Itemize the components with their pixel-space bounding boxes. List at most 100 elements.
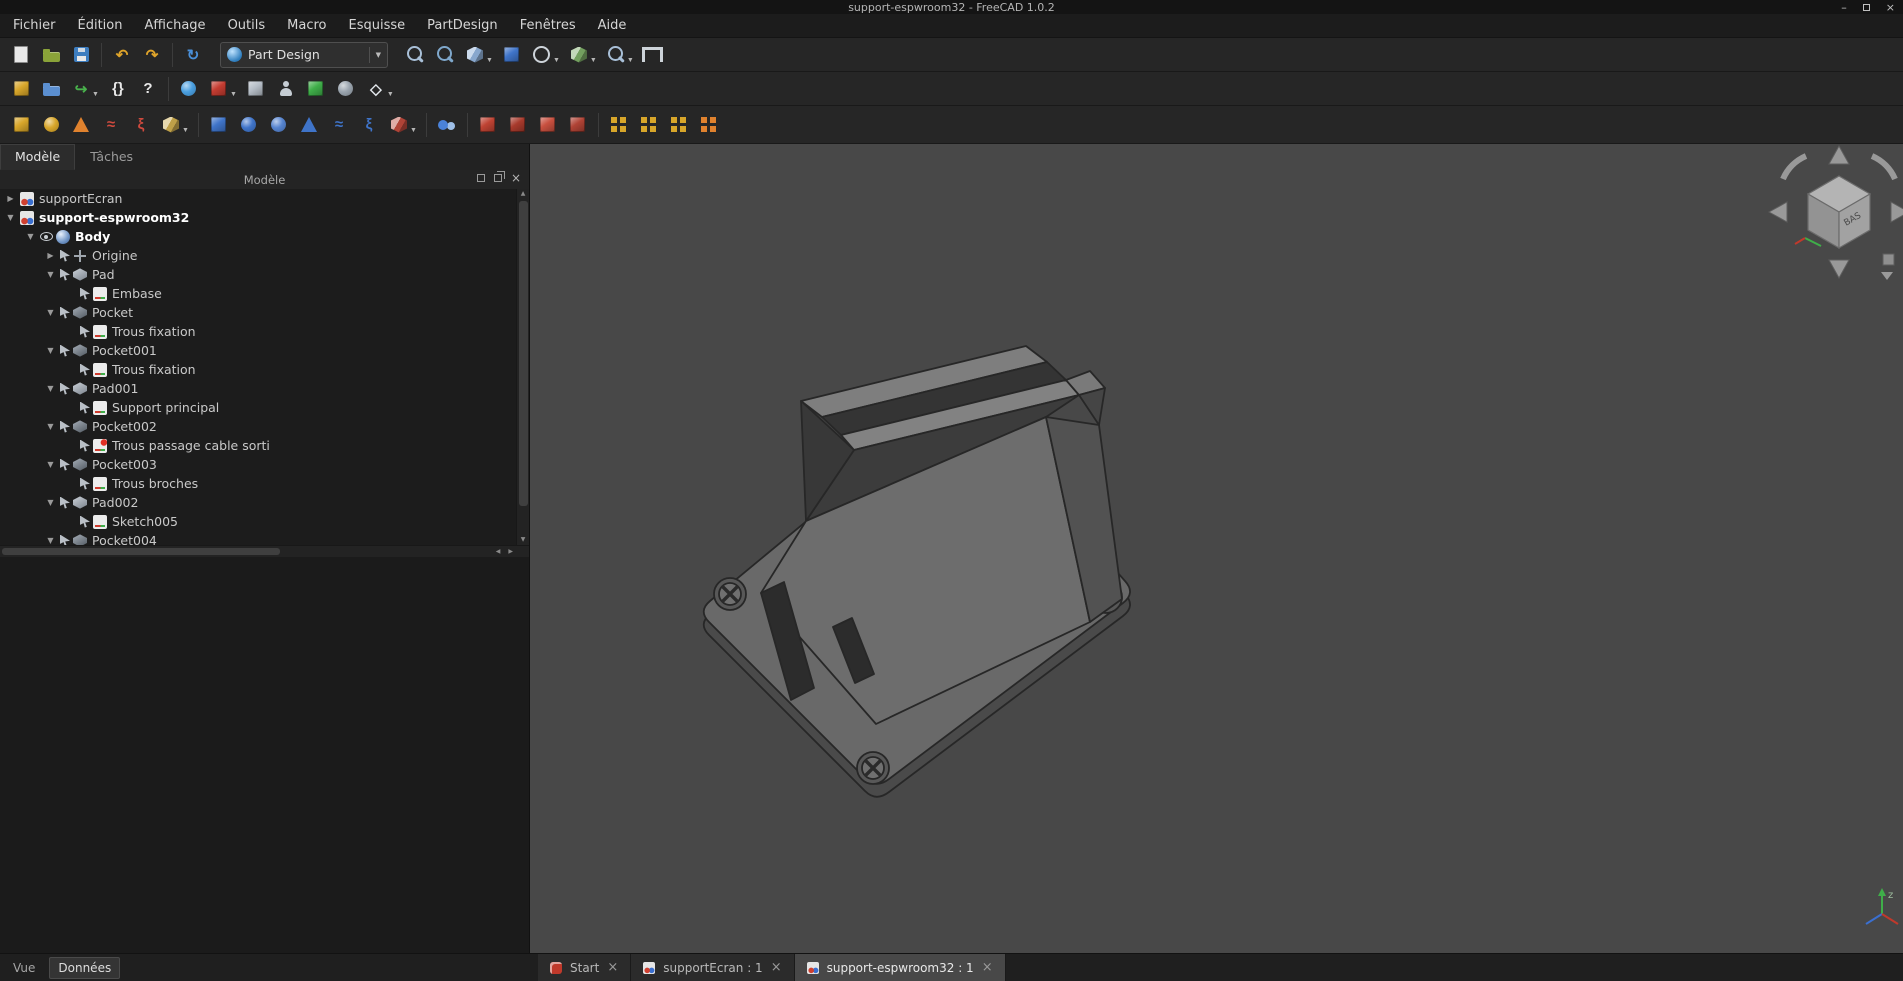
linear-pattern-button[interactable] — [634, 112, 664, 138]
create-part-button[interactable] — [6, 76, 36, 102]
datum-tools-dropdown-arrow-icon[interactable]: ▼ — [387, 91, 394, 98]
tree-horizontal-scrollbar[interactable]: ◀ ▶ — [0, 545, 529, 557]
horizontal-scrollbar-thumb[interactable] — [2, 548, 280, 555]
draw-style-button[interactable]: ▼ — [527, 42, 564, 68]
fit-selection-button[interactable] — [430, 42, 460, 68]
chamfer-button[interactable] — [503, 112, 533, 138]
tree-item-pad[interactable]: ▼Pad — [0, 265, 516, 284]
tab-close-icon[interactable]: × — [982, 960, 993, 975]
tree-vertical-scrollbar[interactable]: ▲ ▼ — [516, 189, 529, 545]
menu-edition[interactable]: Édition — [67, 14, 134, 37]
groove-button[interactable] — [264, 112, 294, 138]
additive-pipe-button[interactable]: ≈ — [96, 112, 126, 138]
tree-item-support-principal[interactable]: Support principal — [0, 398, 516, 417]
maximize-button[interactable] — [1863, 2, 1870, 13]
subtractive-primitives-dropdown-arrow-icon[interactable]: ▼ — [410, 127, 417, 134]
refresh-button[interactable]: ↻ — [178, 42, 208, 68]
edit-sketch-button[interactable] — [241, 76, 271, 102]
nav-menu-arrow-icon[interactable] — [1881, 272, 1893, 280]
multitransform-button[interactable] — [694, 112, 724, 138]
navigation-cube[interactable]: BAS — [1769, 146, 1903, 280]
dock-minimize-button[interactable] — [477, 174, 485, 182]
pocket-button[interactable] — [204, 112, 234, 138]
tree-item-supportecran[interactable]: ▶supportEcran — [0, 189, 516, 208]
tree-item-pocket003[interactable]: ▼Pocket003 — [0, 455, 516, 474]
tab-close-icon[interactable]: × — [771, 960, 782, 975]
new-document-button[interactable] — [6, 42, 36, 68]
dock-float-button[interactable] — [494, 174, 502, 182]
revolution-button[interactable] — [36, 112, 66, 138]
draft-button[interactable] — [533, 112, 563, 138]
tree-item-embase[interactable]: Embase — [0, 284, 516, 303]
subtractive-helix-button[interactable]: ξ — [354, 112, 384, 138]
tree-item-pocket[interactable]: ▼Pocket — [0, 303, 516, 322]
tree-expanded-arrow-icon[interactable]: ▼ — [44, 308, 57, 317]
tree-collapsed-arrow-icon[interactable]: ▶ — [4, 194, 17, 203]
validate-sketch-button[interactable] — [301, 76, 331, 102]
tree-collapsed-arrow-icon[interactable]: ▶ — [44, 251, 57, 260]
make-link-dropdown-arrow-icon[interactable]: ▼ — [92, 91, 99, 98]
scroll-left-arrow-icon[interactable]: ◀ — [496, 546, 501, 557]
tree-expanded-arrow-icon[interactable]: ▼ — [44, 498, 57, 507]
tree-item-body[interactable]: ▼Body — [0, 227, 516, 246]
tab-close-icon[interactable]: × — [607, 960, 618, 975]
title-bar[interactable]: support-espwroom32 - FreeCAD 1.0.2 – × — [0, 0, 1903, 14]
additive-helix-button[interactable]: ξ — [126, 112, 156, 138]
open-document-button[interactable] — [36, 42, 66, 68]
tree-item-pad002[interactable]: ▼Pad002 — [0, 493, 516, 512]
minimize-button[interactable]: – — [1841, 2, 1847, 13]
pad-button[interactable] — [6, 112, 36, 138]
create-sketch-button[interactable]: ▼ — [204, 76, 241, 102]
person-button[interactable] — [271, 76, 301, 102]
tree-item-pocket004[interactable]: ▼Pocket004 — [0, 531, 516, 545]
menu-fichier[interactable]: Fichier — [2, 14, 67, 37]
measure-button[interactable] — [638, 42, 668, 68]
tree-expanded-arrow-icon[interactable]: ▼ — [44, 460, 57, 469]
subtractive-loft-button[interactable] — [294, 112, 324, 138]
tree-expanded-arrow-icon[interactable]: ▼ — [44, 270, 57, 279]
create-group-button[interactable] — [36, 76, 66, 102]
mdi-tab-support-espwroom32-1[interactable]: support-espwroom32 : 1× — [795, 954, 1006, 981]
tree-item-trous-broches[interactable]: Trous broches — [0, 474, 516, 493]
dock-close-button[interactable]: × — [511, 174, 521, 182]
tree-item-pad001[interactable]: ▼Pad001 — [0, 379, 516, 398]
create-sketch-dropdown-arrow-icon[interactable]: ▼ — [230, 91, 237, 98]
model-dock-header[interactable]: Modèle × — [0, 170, 529, 189]
scroll-up-arrow-icon[interactable]: ▲ — [521, 189, 526, 199]
panel-tab-modele[interactable]: Modèle — [0, 144, 75, 170]
workbench-dropdown-arrow-icon[interactable]: ▼ — [376, 51, 381, 59]
panel-tab-taches[interactable]: Tâches — [75, 144, 148, 170]
property-tab-vue[interactable]: Vue — [5, 958, 43, 978]
zoom-tools-button[interactable]: ▼ — [601, 42, 638, 68]
menu-fenetres[interactable]: Fenêtres — [509, 14, 587, 37]
tree-expanded-arrow-icon[interactable]: ▼ — [4, 213, 17, 222]
expression-editor-button[interactable]: {} — [103, 76, 133, 102]
standard-views-dropdown-arrow-icon[interactable]: ▼ — [486, 57, 493, 64]
tree-expanded-arrow-icon[interactable]: ▼ — [24, 232, 37, 241]
subtractive-primitives-button[interactable]: ▼ — [384, 112, 421, 138]
make-link-button[interactable]: ↪▼ — [66, 76, 103, 102]
sphere-tool-button[interactable] — [331, 76, 361, 102]
menu-aide[interactable]: Aide — [587, 14, 638, 37]
tree-item-trous-fixation[interactable]: Trous fixation — [0, 322, 516, 341]
hole-button[interactable] — [234, 112, 264, 138]
nav-settings-button[interactable] — [1883, 254, 1894, 265]
view-group-button[interactable]: ▼ — [564, 42, 601, 68]
vertical-scrollbar-thumb[interactable] — [519, 201, 528, 506]
3d-viewport[interactable]: BAS z — [530, 144, 1903, 953]
create-body-button[interactable] — [174, 76, 204, 102]
redo-button[interactable]: ↷ — [137, 42, 167, 68]
zoom-tools-dropdown-arrow-icon[interactable]: ▼ — [627, 57, 634, 64]
workbench-selector[interactable]: Part Design ▼ — [220, 42, 388, 68]
menu-outils[interactable]: Outils — [217, 14, 277, 37]
tree-expanded-arrow-icon[interactable]: ▼ — [44, 384, 57, 393]
menu-esquisse[interactable]: Esquisse — [337, 14, 416, 37]
fillet-button[interactable] — [473, 112, 503, 138]
thickness-button[interactable] — [563, 112, 593, 138]
tree-item-origine[interactable]: ▶Origine — [0, 246, 516, 265]
polar-pattern-button[interactable] — [664, 112, 694, 138]
scroll-down-arrow-icon[interactable]: ▼ — [521, 535, 526, 545]
additive-primitives-button[interactable]: ▼ — [156, 112, 193, 138]
fit-all-button[interactable] — [400, 42, 430, 68]
tree-item-support-espwroom32[interactable]: ▼support-espwroom32 — [0, 208, 516, 227]
